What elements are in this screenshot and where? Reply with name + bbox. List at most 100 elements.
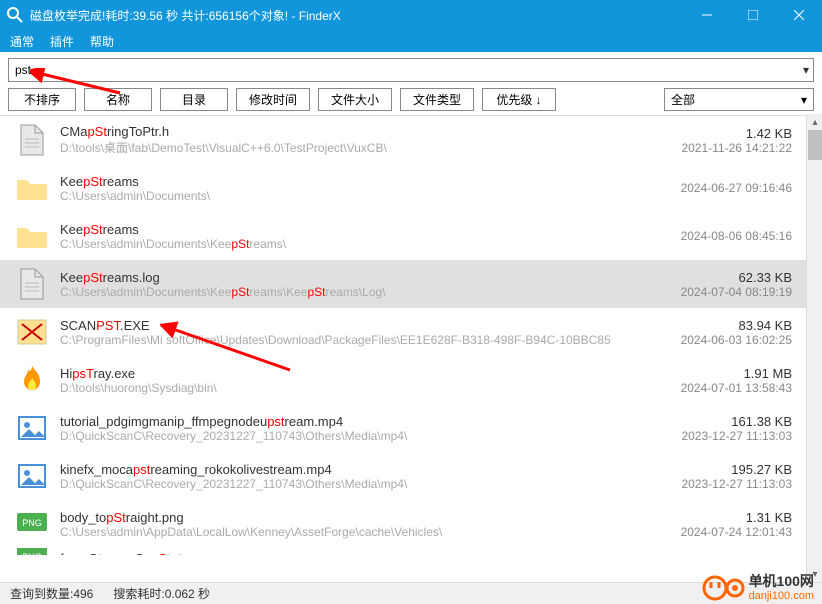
file-icon xyxy=(14,266,50,302)
file-info: KeepStreamsC:\Users\admin\Documents\Keep… xyxy=(60,222,632,251)
file-row[interactable]: CMapStringToPtr.hD:\tools\桌面\fab\DemoTes… xyxy=(0,116,806,164)
png-icon: PNG xyxy=(14,506,50,542)
file-size: 1.31 KB xyxy=(632,510,792,525)
file-size: 195.27 KB xyxy=(632,462,792,477)
file-meta: 83.94 KB2024-06-03 16:02:25 xyxy=(632,318,792,347)
file-meta: 2024-06-27 09:16:46 xyxy=(632,181,792,195)
file-row[interactable]: PNG body_topStraight.pngC:\Users\admin\Ap… xyxy=(0,500,806,548)
watermark-logo-icon xyxy=(701,574,745,602)
exe-x-icon xyxy=(14,314,50,350)
file-meta: 1.91 MB2024-07-01 13:58:43 xyxy=(632,366,792,395)
file-name: SCANPST.EXE xyxy=(60,318,632,333)
file-meta: 2024-08-06 08:45:16 xyxy=(632,229,792,243)
scrollbar-thumb[interactable] xyxy=(808,130,822,160)
file-row[interactable]: KeepStreamsC:\Users\admin\Documents\Keep… xyxy=(0,212,806,260)
file-path: D:\QuickScanC\Recovery_20231227_110743\O… xyxy=(60,429,632,443)
filter-size[interactable]: 文件大小 xyxy=(318,88,392,111)
window-controls xyxy=(684,0,822,30)
file-path: C:\Users\admin\Documents\KeepStreams\ xyxy=(60,237,632,251)
scrollbar[interactable]: ▴ ▾ xyxy=(806,114,822,582)
file-info: KeepStreams.logC:\Users\admin\Documents\… xyxy=(60,270,632,299)
file-size: 161.38 KB xyxy=(632,414,792,429)
file-size: 1.42 KB xyxy=(632,126,792,141)
folder-icon xyxy=(14,170,50,206)
file-date: 2023-12-27 11:13:03 xyxy=(632,477,792,491)
file-name: forceStorageCapState.png xyxy=(60,551,632,556)
filter-priority[interactable]: 优先级 ↓ xyxy=(482,88,556,111)
img-icon xyxy=(14,458,50,494)
file-row[interactable]: SCANPST.EXEC:\ProgramFiles\Mi softOffice… xyxy=(0,308,806,356)
file-name: KeepStreams xyxy=(60,222,632,237)
svg-text:PNG: PNG xyxy=(22,518,42,528)
file-info: tutorial_pdgimgmanip_ffmpegnodeupstream.… xyxy=(60,414,632,443)
file-list: CMapStringToPtr.hD:\tools\桌面\fab\DemoTes… xyxy=(0,115,822,555)
file-meta: 161.38 KB2023-12-27 11:13:03 xyxy=(632,414,792,443)
file-info: SCANPST.EXEC:\ProgramFiles\Mi softOffice… xyxy=(60,318,632,347)
file-row[interactable]: kinefx_mocapstreaming_rokokolivestream.m… xyxy=(0,452,806,500)
filter-nosort[interactable]: 不排序 xyxy=(8,88,76,111)
file-row[interactable]: tutorial_pdgimgmanip_ffmpegnodeupstream.… xyxy=(0,404,806,452)
file-row[interactable]: KeepStreamsC:\Users\admin\Documents\2024… xyxy=(0,164,806,212)
status-time: 搜索耗时:0.062 秒 xyxy=(113,585,210,602)
close-button[interactable] xyxy=(776,0,822,30)
file-icon xyxy=(14,122,50,158)
file-path: C:\ProgramFiles\Mi softOffice\Updates\Do… xyxy=(60,333,632,347)
file-date: 2021-11-26 14:21:22 xyxy=(632,141,792,155)
file-info: forceStorageCapState.png xyxy=(60,551,632,556)
menu-plugin[interactable]: 插件 xyxy=(50,33,74,50)
fire-icon xyxy=(14,362,50,398)
file-name: body_topStraight.png xyxy=(60,510,632,525)
menubar: 通常 插件 帮助 xyxy=(0,30,822,52)
menu-help[interactable]: 帮助 xyxy=(90,33,114,50)
filter-row: 不排序 名称 目录 修改时间 文件大小 文件类型 优先级 ↓ 全部 ▾ xyxy=(0,86,822,115)
menu-normal[interactable]: 通常 xyxy=(10,33,34,50)
file-name: CMapStringToPtr.h xyxy=(60,124,632,139)
folder-icon xyxy=(14,218,50,254)
scroll-up-icon[interactable]: ▴ xyxy=(807,114,822,130)
file-path: C:\Users\admin\Documents\ xyxy=(60,189,632,203)
search-box: ▾ xyxy=(8,58,814,82)
status-count: 查询到数量:496 xyxy=(10,585,93,602)
file-row[interactable]: PNG forceStorageCapState.png xyxy=(0,548,806,555)
file-info: body_topStraight.pngC:\Users\admin\AppDa… xyxy=(60,510,632,539)
chevron-down-icon: ▾ xyxy=(801,93,807,107)
file-meta: 1.42 KB2021-11-26 14:21:22 xyxy=(632,126,792,155)
file-date: 2024-07-01 13:58:43 xyxy=(632,381,792,395)
png-icon: PNG xyxy=(14,548,50,555)
svg-text:PNG: PNG xyxy=(22,552,42,555)
file-info: kinefx_mocapstreaming_rokokolivestream.m… xyxy=(60,462,632,491)
file-meta: 62.33 KB2024-07-04 08:19:19 xyxy=(632,270,792,299)
watermark: 单机100网 danji100.com xyxy=(701,574,814,602)
maximize-button[interactable] xyxy=(730,0,776,30)
search-area: ▾ xyxy=(0,52,822,86)
titlebar: 磁盘枚举完成!耗时:39.56 秒 共计:656156个对象! - Finder… xyxy=(0,0,822,30)
file-size: 1.91 MB xyxy=(632,366,792,381)
file-name: KeepStreams xyxy=(60,174,632,189)
file-path: D:\tools\桌面\fab\DemoTest\VisualC++6.0\Te… xyxy=(60,139,632,156)
filter-mtime[interactable]: 修改时间 xyxy=(236,88,310,111)
filter-type[interactable]: 文件类型 xyxy=(400,88,474,111)
minimize-button[interactable] xyxy=(684,0,730,30)
search-input[interactable] xyxy=(13,61,803,79)
filter-dir[interactable]: 目录 xyxy=(160,88,228,111)
statusbar: 查询到数量:496 搜索耗时:0.062 秒 xyxy=(0,582,822,604)
file-date: 2024-06-03 16:02:25 xyxy=(632,333,792,347)
file-row[interactable]: KeepStreams.logC:\Users\admin\Documents\… xyxy=(0,260,806,308)
file-date: 2024-06-27 09:16:46 xyxy=(632,181,792,195)
watermark-main: 单机100网 xyxy=(749,574,814,589)
file-info: KeepStreamsC:\Users\admin\Documents\ xyxy=(60,174,632,203)
file-row[interactable]: HipsTray.exeD:\tools\huorong\Sysdiag\bin… xyxy=(0,356,806,404)
file-date: 2024-08-06 08:45:16 xyxy=(632,229,792,243)
file-name: KeepStreams.log xyxy=(60,270,632,285)
file-date: 2024-07-04 08:19:19 xyxy=(632,285,792,299)
file-path: C:\Users\admin\AppData\LocalLow\Kenney\A… xyxy=(60,525,632,539)
file-meta: 195.27 KB2023-12-27 11:13:03 xyxy=(632,462,792,491)
file-size: 62.33 KB xyxy=(632,270,792,285)
file-name: HipsTray.exe xyxy=(60,366,632,381)
file-info: HipsTray.exeD:\tools\huorong\Sysdiag\bin… xyxy=(60,366,632,395)
filter-all-dropdown[interactable]: 全部 ▾ xyxy=(664,88,814,111)
watermark-sub: danji100.com xyxy=(749,590,814,602)
filter-name[interactable]: 名称 xyxy=(84,88,152,111)
search-dropdown-icon[interactable]: ▾ xyxy=(803,63,809,77)
file-name: kinefx_mocapstreaming_rokokolivestream.m… xyxy=(60,462,632,477)
